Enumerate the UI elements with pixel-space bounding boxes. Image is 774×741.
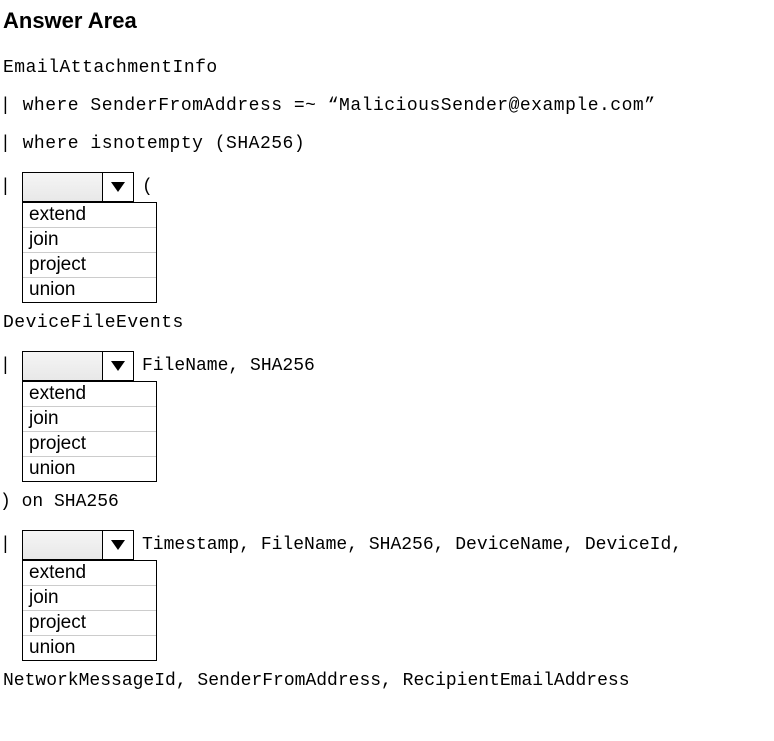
text-after-dropdown-1: ( bbox=[142, 177, 153, 197]
dropdown-options-1: extend join project union bbox=[22, 202, 157, 303]
option-extend[interactable]: extend bbox=[23, 381, 156, 406]
option-extend[interactable]: extend bbox=[23, 202, 156, 227]
dropdown-select-1[interactable] bbox=[22, 172, 134, 202]
chevron-down-icon bbox=[103, 173, 133, 201]
option-union[interactable]: union bbox=[23, 277, 156, 302]
pipe-symbol: | bbox=[0, 356, 22, 376]
query-line-where-sha: | where isnotempty (SHA256) bbox=[0, 134, 774, 154]
query-line-where-sender: | where SenderFromAddress =~ “MaliciousS… bbox=[0, 96, 774, 116]
dropdown-group-2: | FileName, SHA256 extend join project u… bbox=[0, 351, 774, 482]
dropdown-select-2[interactable] bbox=[22, 351, 134, 381]
option-join[interactable]: join bbox=[23, 227, 156, 252]
dropdown-value-area bbox=[23, 173, 103, 201]
option-project[interactable]: project bbox=[23, 431, 156, 456]
option-project[interactable]: project bbox=[23, 252, 156, 277]
dropdown-select-3[interactable] bbox=[22, 530, 134, 560]
query-line-table: EmailAttachmentInfo bbox=[3, 58, 774, 78]
dropdown-group-3: | Timestamp, FileName, SHA256, DeviceNam… bbox=[0, 530, 774, 661]
dropdown-group-1: | ( extend join project union bbox=[0, 172, 774, 303]
option-join[interactable]: join bbox=[23, 406, 156, 431]
text-after-dropdown-2: FileName, SHA256 bbox=[142, 356, 315, 376]
chevron-down-icon bbox=[103, 352, 133, 380]
query-line-device-file-events: DeviceFileEvents bbox=[3, 313, 774, 333]
pipe-symbol: | bbox=[0, 535, 22, 555]
text-after-dropdown-3: Timestamp, FileName, SHA256, DeviceName,… bbox=[142, 535, 682, 555]
dropdown-value-area bbox=[23, 352, 103, 380]
dropdown-value-area bbox=[23, 531, 103, 559]
option-extend[interactable]: extend bbox=[23, 560, 156, 585]
dropdown-options-3: extend join project union bbox=[22, 560, 157, 661]
option-union[interactable]: union bbox=[23, 635, 156, 660]
dropdown-options-2: extend join project union bbox=[22, 381, 157, 482]
option-project[interactable]: project bbox=[23, 610, 156, 635]
option-union[interactable]: union bbox=[23, 456, 156, 481]
pipe-symbol: | bbox=[0, 177, 22, 197]
page-title: Answer Area bbox=[3, 8, 774, 34]
query-line-final-fields: NetworkMessageId, SenderFromAddress, Rec… bbox=[3, 671, 774, 691]
option-join[interactable]: join bbox=[23, 585, 156, 610]
chevron-down-icon bbox=[103, 531, 133, 559]
query-line-on-sha: ) on SHA256 bbox=[0, 492, 774, 512]
